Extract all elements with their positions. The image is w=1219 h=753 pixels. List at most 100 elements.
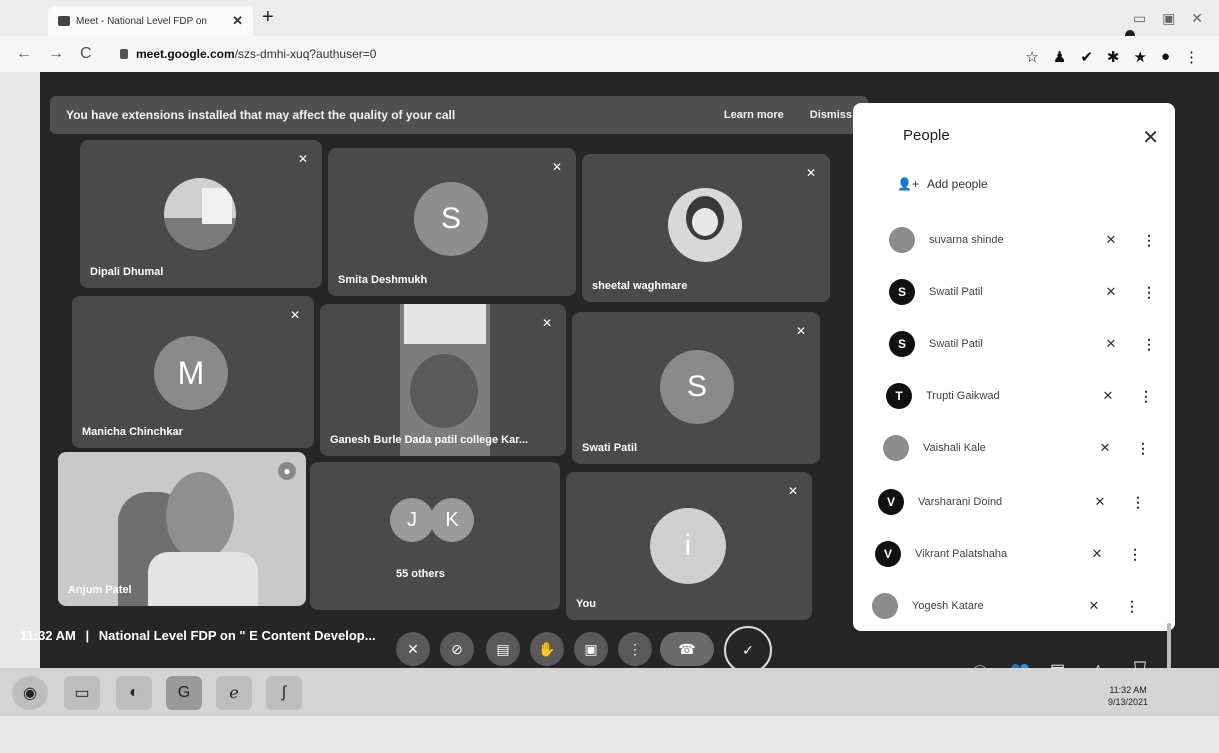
camera-toggle-icon[interactable]: ⊘ (440, 632, 474, 666)
check-extension-icon[interactable]: ✔ (1080, 48, 1093, 66)
avatar: S (414, 182, 488, 256)
check-icon[interactable]: ✓ (724, 626, 772, 674)
more-actions-icon[interactable]: ⋮ (1133, 440, 1153, 457)
meeting-title: National Level FDP on " E Content Develo… (98, 628, 376, 643)
system-clock[interactable]: 11:32 AM 9/13/2021 (1108, 684, 1148, 708)
media-player-icon[interactable]: ◐ (116, 676, 152, 710)
participant-tile[interactable]: ● Anjum Patel (58, 452, 306, 606)
participant-name: Vaishali Kale (923, 442, 986, 454)
banner-message: You have extensions installed that may a… (66, 108, 456, 122)
microphone-toggle-icon[interactable]: ✕ (396, 632, 430, 666)
muted-mic-icon: ✕ (1094, 494, 1106, 509)
participant-list-item[interactable]: V Varsharani Doind ✕ ⋮ (878, 482, 1148, 522)
avatar: T (886, 383, 912, 409)
participant-list-item[interactable]: V Vikrant Palatshaha ✕ ⋮ (875, 534, 1145, 574)
meeting-details[interactable]: 11:32 AM | National Level FDP on " E Con… (20, 628, 376, 643)
browser-icon[interactable]: ℯ (216, 676, 252, 710)
browser-tab[interactable]: Meet - National Level FDP on ✕ (48, 6, 253, 36)
tab-title: Meet - National Level FDP on (76, 15, 207, 27)
self-tile[interactable]: i ✕ You (566, 472, 812, 620)
muted-mic-icon: ✕ (541, 316, 553, 330)
menu-icon[interactable]: ⋮ (1184, 48, 1199, 66)
more-actions-icon[interactable]: ⋮ (1136, 388, 1156, 405)
participant-name: Smita Deshmukh (338, 274, 428, 286)
speaking-indicator-icon: ● (278, 462, 296, 480)
participant-photo (889, 227, 915, 253)
add-people-button[interactable]: 👤+ Add people (897, 177, 988, 191)
participant-name: Ganesh Burle Dada patil college Kar... (330, 434, 529, 446)
url-field[interactable]: meet.google.com/szs-dmhi-xuq?authuser=0 (136, 47, 376, 61)
more-options-icon[interactable]: ⋮ (618, 632, 652, 666)
app-icon[interactable]: ∫ (266, 676, 302, 710)
participant-list-item[interactable]: T Trupti Gaikwad ✕ ⋮ (886, 376, 1156, 416)
participant-name: Anjum Patel (68, 584, 132, 596)
participant-name: Trupti Gaikwad (926, 390, 1000, 402)
raise-hand-icon[interactable]: ✋ (530, 632, 564, 666)
separator: | (85, 628, 90, 643)
avatar: i (650, 508, 726, 584)
muted-mic-icon: ✕ (1102, 388, 1114, 403)
add-person-icon: 👤+ (897, 177, 919, 191)
participant-photo (164, 178, 236, 250)
participant-photo (668, 188, 742, 262)
muted-mic-icon: ✕ (795, 324, 807, 338)
extension-icon[interactable]: ♟ (1053, 48, 1066, 66)
participant-list-item[interactable]: S Swatil Patil ✕ ⋮ (889, 324, 1159, 364)
account-icon[interactable]: ● (1161, 48, 1170, 66)
reload-icon[interactable]: C (80, 45, 96, 63)
muted-mic-icon: ✕ (289, 308, 301, 322)
start-button-icon[interactable]: ◉ (12, 676, 48, 710)
participant-list-item[interactable]: suvarna shinde ✕ ⋮ (889, 220, 1159, 260)
captions-icon[interactable]: ▤ (486, 632, 520, 666)
file-explorer-icon[interactable]: ▭ (64, 676, 100, 710)
participant-tile[interactable]: M ✕ Manicha Chinchkar (72, 296, 314, 448)
lock-icon[interactable] (120, 49, 128, 59)
muted-mic-icon: ✕ (1105, 284, 1117, 299)
muted-mic-icon: ✕ (1105, 336, 1117, 351)
participant-tile[interactable]: ✕ sheetal waghmare (582, 154, 830, 302)
participant-photo (883, 435, 909, 461)
participant-list-item[interactable]: Vaishali Kale ✕ ⋮ (883, 428, 1153, 468)
meeting-time: 11:32 AM (20, 628, 76, 643)
avatar: V (878, 489, 904, 515)
more-actions-icon[interactable]: ⋮ (1139, 284, 1159, 301)
more-actions-icon[interactable]: ⋮ (1139, 336, 1159, 353)
participant-list-item[interactable]: S Swatil Patil ✕ ⋮ (889, 272, 1159, 312)
participant-name: Varsharani Doind (918, 496, 1003, 508)
participant-tile[interactable]: S ✕ Swati Patil (572, 312, 820, 464)
chrome-icon[interactable]: G (166, 676, 202, 710)
dismiss-button[interactable]: Dismiss (810, 109, 852, 121)
muted-mic-icon: ✕ (1099, 440, 1111, 455)
more-actions-icon[interactable]: ⋮ (1125, 546, 1145, 563)
participant-tile[interactable]: ✕ Dipali Dhumal (80, 140, 322, 288)
back-icon[interactable]: ← (16, 45, 32, 63)
forward-icon[interactable]: → (48, 45, 64, 63)
avatar: M (154, 336, 228, 410)
window-controls[interactable]: ▭ ▣ ✕ (1133, 10, 1209, 27)
participant-tile[interactable]: S ✕ Smita Deshmukh (328, 148, 576, 296)
participant-list-item[interactable]: Yogesh Katare ✕ ⋮ (872, 586, 1142, 626)
more-actions-icon[interactable]: ⋮ (1139, 232, 1159, 249)
participant-tile[interactable]: ✕ Ganesh Burle Dada patil college Kar... (320, 304, 566, 456)
new-tab-button[interactable]: + (262, 6, 274, 29)
bookmark-star-icon[interactable]: ☆ (1025, 48, 1038, 66)
present-screen-icon[interactable]: ▣ (574, 632, 608, 666)
avatar: S (660, 350, 734, 424)
clock-date: 9/13/2021 (1108, 697, 1149, 707)
learn-more-link[interactable]: Learn more (724, 109, 784, 121)
leave-call-icon[interactable]: ☎ (660, 632, 714, 666)
puzzle-icon[interactable]: ✱ (1107, 48, 1120, 66)
avatar: S (889, 279, 915, 305)
more-actions-icon[interactable]: ⋮ (1128, 494, 1148, 511)
close-tab-icon[interactable]: ✕ (232, 13, 243, 29)
participant-name: sheetal waghmare (592, 280, 688, 292)
clock-time: 11:32 AM (1109, 685, 1147, 695)
muted-mic-icon: ✕ (787, 484, 799, 498)
browser-tab-strip: Meet - National Level FDP on ✕ + ▭ ▣ ✕ (0, 0, 1219, 36)
close-panel-icon[interactable]: ✕ (1142, 125, 1159, 150)
muted-mic-icon: ✕ (1088, 598, 1100, 613)
more-actions-icon[interactable]: ⋮ (1122, 598, 1142, 615)
participant-tile[interactable]: J K 55 others (310, 462, 560, 610)
avatar: V (875, 541, 901, 567)
pin-icon[interactable]: ★ (1133, 48, 1146, 66)
